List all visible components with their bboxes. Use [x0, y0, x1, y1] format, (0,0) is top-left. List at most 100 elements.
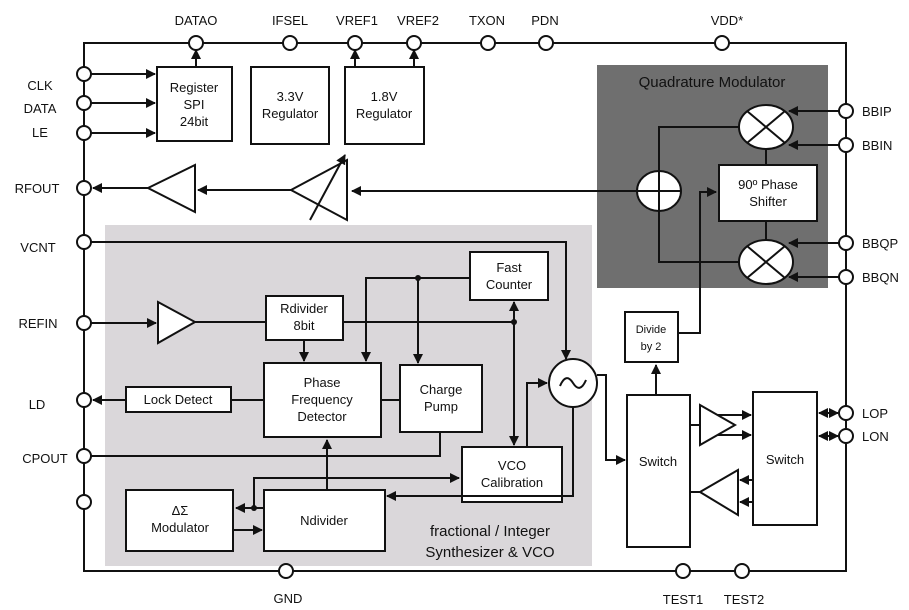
pin-label: VCNT [20, 240, 55, 255]
pin-pdn: PDN [531, 13, 559, 51]
pin-data: DATA [24, 95, 92, 116]
pin-label: LD [29, 397, 46, 412]
pin-ld: LD [29, 392, 92, 412]
label: Shifter [749, 194, 787, 209]
quadrature-modulator-title: Quadrature Modulator [639, 74, 786, 91]
pin-label: BBQP [862, 236, 898, 251]
pin-lon: LON [838, 428, 889, 444]
pin-label: BBIP [862, 104, 892, 119]
label: Pump [424, 399, 458, 414]
switch-left-block: Switch [626, 394, 691, 548]
pin-label: LE [32, 125, 48, 140]
block-diagram: Register SPI 24bit 3.3V Regulator 1.8V R… [15, 13, 899, 607]
switch-right-block: Switch [752, 391, 818, 526]
label: 8bit [294, 318, 315, 333]
pin-label: TEST1 [663, 592, 703, 607]
pin-unlabeled [76, 494, 92, 510]
synthesizer-title: fractional / Integer [430, 523, 550, 540]
lo-output-amplifier [699, 403, 738, 447]
vco-calibration-block: VCO Calibration [461, 446, 563, 503]
pin-datao: DATAO [175, 13, 218, 51]
register-spi-block: Register SPI 24bit [156, 66, 233, 142]
label: Rdivider [280, 301, 328, 316]
regulator-3v3-block: 3.3V Regulator [250, 66, 330, 145]
label: SPI [184, 97, 205, 112]
label: Divide [636, 324, 667, 336]
charge-pump-block: Charge Pump [399, 364, 483, 433]
pin-label: BBIN [862, 138, 892, 153]
label: Fast [496, 260, 522, 275]
label: Detector [297, 409, 347, 424]
variable-gain-amplifier [288, 158, 348, 222]
pin-label: RFOUT [15, 181, 60, 196]
pin-label: CPOUT [22, 451, 68, 466]
label: Lock Detect [144, 392, 213, 407]
pin-label: PDN [531, 13, 558, 28]
pin-label: DATA [24, 101, 57, 116]
output-buffer-amplifier [145, 163, 196, 214]
pin-vcnt: VCNT [20, 234, 92, 255]
label: Modulator [151, 520, 209, 535]
pfd-block: Phase Frequency Detector [263, 362, 382, 438]
pin-label: VREF1 [336, 13, 378, 28]
pin-lop: LOP [838, 405, 888, 421]
delta-sigma-modulator-block: ΔΣ Modulator [125, 489, 234, 552]
label: Counter [486, 277, 533, 292]
pin-bbqp: BBQP [838, 235, 898, 251]
adder [636, 170, 682, 212]
pin-bbip: BBIP [838, 103, 892, 119]
lo-input-amplifier [698, 468, 739, 517]
lock-detect-block: Lock Detect [125, 386, 232, 413]
pin-label: CLK [27, 78, 53, 93]
label: Calibration [481, 475, 543, 490]
pin-label: VDD* [711, 13, 744, 28]
rdivider-block: Rdivider 8bit [265, 295, 344, 341]
pin-rfout: RFOUT [15, 180, 92, 196]
vco-oscillator [548, 358, 598, 408]
mixer-i [738, 104, 794, 150]
pin-bbqn: BBQN [838, 269, 899, 285]
pin-label: TXON [469, 13, 505, 28]
label: Frequency [291, 392, 353, 407]
pin-vref1: VREF1 [336, 13, 378, 51]
pin-vdd: VDD* [711, 13, 744, 51]
fast-counter-block: Fast Counter [469, 251, 549, 301]
label: by 2 [641, 341, 662, 353]
pin-le: LE [32, 125, 92, 141]
label: Switch [639, 454, 677, 469]
pin-label: REFIN [19, 316, 58, 331]
divide-by-2-block: Divide by 2 [624, 311, 679, 363]
synthesizer-subtitle: Synthesizer & VCO [425, 544, 554, 561]
pin-label: TEST2 [724, 592, 764, 607]
label: Register [170, 80, 219, 95]
pin-label: LOP [862, 406, 888, 421]
ndivider-block: Ndivider [263, 489, 386, 552]
pin-refin: REFIN [19, 315, 92, 331]
label: Regulator [356, 106, 413, 121]
label: Charge [420, 382, 463, 397]
label: VCO [498, 458, 526, 473]
pin-bbin: BBIN [838, 137, 892, 153]
label: Phase [304, 375, 341, 390]
label: ΔΣ [172, 503, 189, 518]
pin-label: IFSEL [272, 13, 308, 28]
pin-label: BBQN [862, 270, 899, 285]
label: 3.3V [277, 89, 304, 104]
label: 24bit [180, 114, 209, 129]
pin-label: LON [862, 429, 889, 444]
label: Switch [766, 452, 804, 467]
label: 90º Phase [738, 177, 798, 192]
label: Regulator [262, 106, 319, 121]
pin-clk: CLK [27, 66, 92, 93]
pin-label: GND [274, 591, 303, 606]
label: 1.8V [371, 89, 398, 104]
pin-cpout: CPOUT [22, 448, 92, 466]
pin-vref2: VREF2 [397, 13, 439, 51]
pin-label: DATAO [175, 13, 218, 28]
pin-label: VREF2 [397, 13, 439, 28]
mixer-q [738, 239, 794, 285]
phase-shifter-block: 90º Phase Shifter [718, 164, 818, 222]
regulator-1v8-block: 1.8V Regulator [344, 66, 425, 145]
pin-txon: TXON [469, 13, 505, 51]
pin-ifsel: IFSEL [272, 13, 308, 51]
